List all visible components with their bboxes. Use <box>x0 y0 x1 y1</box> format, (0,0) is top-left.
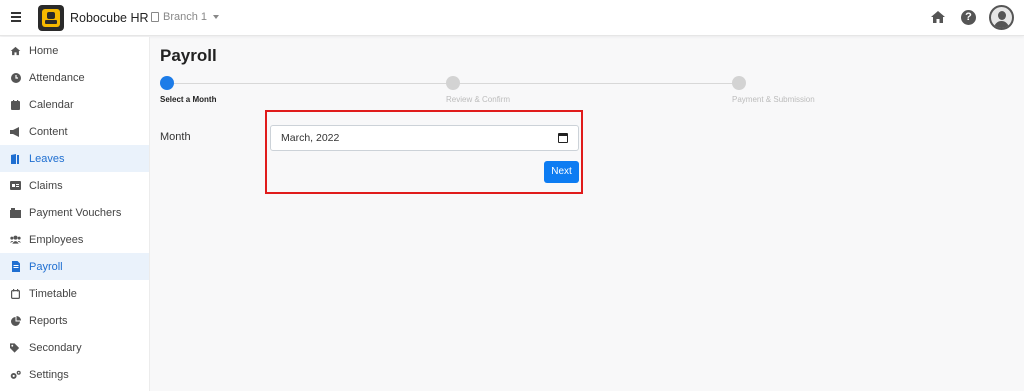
sidebar-item-label: Content <box>29 125 68 138</box>
branch-label: Branch 1 <box>163 11 208 23</box>
voucher-icon <box>10 207 21 218</box>
building-icon <box>151 12 159 22</box>
home-icon[interactable] <box>930 10 946 24</box>
month-value: March, 2022 <box>281 132 340 144</box>
sidebar-item-label: Home <box>29 44 59 57</box>
highlight-box <box>265 110 583 194</box>
sidebar-item-content[interactable]: Content <box>0 118 149 145</box>
sidebar: Home Attendance Calendar Content Leaves … <box>0 37 150 391</box>
file-invoice-icon <box>10 261 21 272</box>
sidebar-item-timetable[interactable]: Timetable <box>0 280 149 307</box>
app-title: Robocube HR <box>70 11 149 25</box>
sidebar-item-calendar[interactable]: Calendar <box>0 91 149 118</box>
cogs-icon <box>10 369 21 380</box>
home-icon <box>10 45 21 56</box>
sidebar-item-label: Reports <box>29 314 68 327</box>
robocube-logo <box>38 5 64 31</box>
caret-down-icon <box>213 15 220 19</box>
sidebar-item-label: Claims <box>29 179 63 192</box>
user-avatar[interactable] <box>989 5 1014 30</box>
sidebar-item-claims[interactable]: Claims <box>0 172 149 199</box>
month-picker-input[interactable]: March, 2022 <box>270 125 579 151</box>
step-3-label: Payment & Submission <box>732 95 815 104</box>
users-icon <box>10 234 21 245</box>
clock-icon <box>10 72 21 83</box>
pie-chart-icon <box>10 315 21 326</box>
step-2-label: Review & Confirm <box>446 95 511 104</box>
page-title: Payroll <box>160 46 217 65</box>
sidebar-item-label: Calendar <box>29 98 74 111</box>
month-label: Month <box>160 131 191 143</box>
hamburger-menu-icon[interactable] <box>11 12 21 22</box>
tags-icon <box>10 342 21 353</box>
sidebar-item-label: Payment Vouchers <box>29 206 122 219</box>
branch-selector[interactable]: Branch 1 <box>151 11 220 23</box>
sidebar-item-secondary[interactable]: Secondary <box>0 334 149 361</box>
sidebar-item-label: Leaves <box>29 152 65 165</box>
sidebar-item-settings[interactable]: Settings <box>0 361 149 388</box>
step-1-label: Select a Month <box>160 95 217 104</box>
megaphone-icon <box>10 126 21 137</box>
sidebar-item-home[interactable]: Home <box>0 37 149 64</box>
sidebar-item-label: Timetable <box>29 287 77 300</box>
next-button[interactable]: Next <box>544 161 579 183</box>
sidebar-item-employees[interactable]: Employees <box>0 226 149 253</box>
sidebar-item-label: Secondary <box>29 341 82 354</box>
sidebar-item-label: Settings <box>29 368 69 381</box>
sidebar-item-payroll[interactable]: Payroll <box>0 253 149 280</box>
calendar-outline-icon <box>10 288 21 299</box>
step-2-indicator <box>446 76 460 90</box>
calendar-picker-icon[interactable] <box>558 133 568 143</box>
sidebar-item-label: Attendance <box>29 71 85 84</box>
sidebar-item-leaves[interactable]: Leaves <box>0 145 149 172</box>
sidebar-item-attendance[interactable]: Attendance <box>0 64 149 91</box>
sidebar-item-reports[interactable]: Reports <box>0 307 149 334</box>
step-1-indicator <box>160 76 174 90</box>
sidebar-item-label: Employees <box>29 233 84 246</box>
calendar-icon <box>10 99 21 110</box>
id-card-icon <box>10 180 21 191</box>
help-icon[interactable]: ? <box>961 10 976 25</box>
step-3-indicator <box>732 76 746 90</box>
door-icon <box>10 153 21 164</box>
top-bar: Robocube HR Branch 1 ? <box>0 0 1024 36</box>
sidebar-item-label: Payroll <box>29 260 63 273</box>
sidebar-item-payment-vouchers[interactable]: Payment Vouchers <box>0 199 149 226</box>
